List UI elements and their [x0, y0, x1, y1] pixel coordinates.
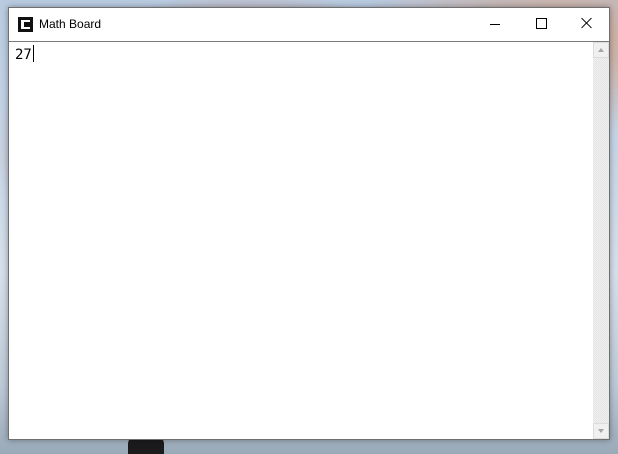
close-button[interactable]: [564, 8, 610, 39]
scroll-up-button[interactable]: [593, 42, 609, 58]
minimize-button[interactable]: [472, 8, 518, 39]
maximize-button[interactable]: [518, 8, 564, 39]
text-editor-area[interactable]: 27: [9, 42, 593, 439]
window-title: Math Board: [39, 17, 102, 31]
scroll-down-button[interactable]: [593, 423, 609, 439]
math-board-window: Math Board 27: [8, 7, 610, 440]
editor-text: 27: [15, 47, 32, 63]
minimize-icon: [490, 24, 500, 25]
text-caret: [32, 45, 34, 62]
maximize-icon: [536, 18, 547, 29]
arrow-up-icon: [598, 48, 604, 52]
title-bar[interactable]: Math Board: [9, 8, 609, 41]
app-icon: [18, 17, 33, 32]
editor-text-line: 27: [15, 45, 34, 64]
close-icon: [581, 17, 593, 29]
vertical-scrollbar[interactable]: [593, 42, 609, 439]
arrow-down-icon: [598, 429, 604, 433]
window-content: 27: [9, 41, 609, 439]
